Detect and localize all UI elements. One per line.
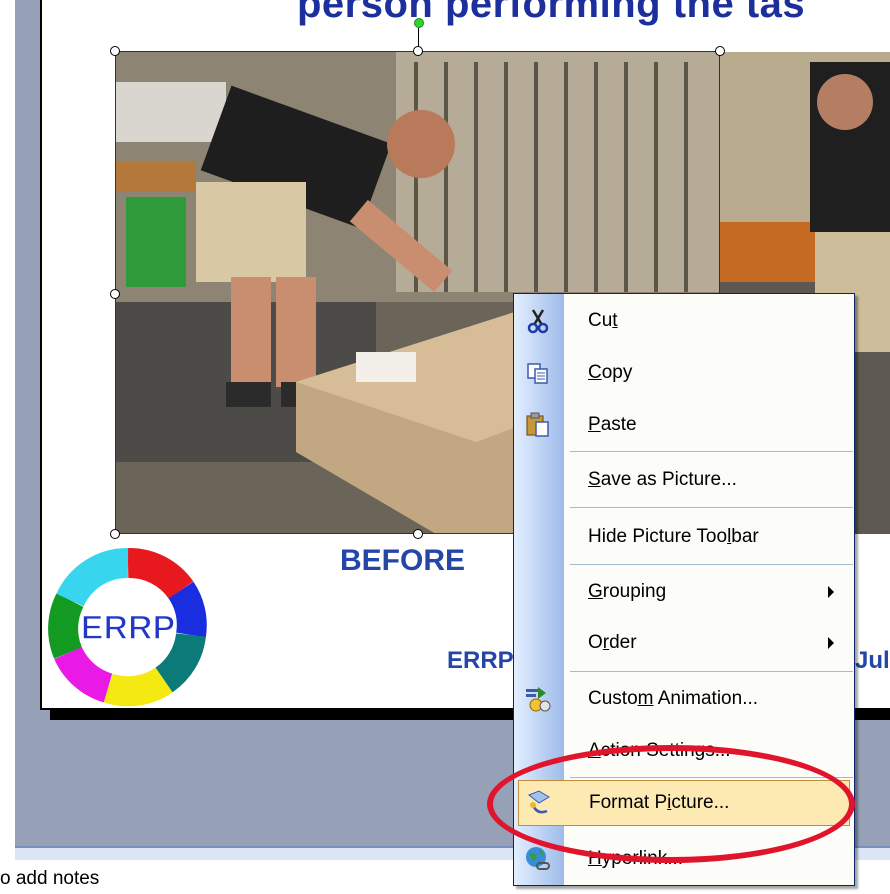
- menu-item-grouping[interactable]: Grouping: [514, 569, 854, 615]
- paste-icon: [524, 411, 552, 439]
- menu-item-label: Grouping: [588, 581, 667, 602]
- before-caption[interactable]: BEFORE: [340, 544, 465, 578]
- menu-item-custom-animation[interactable]: Custom Animation...: [514, 676, 854, 722]
- hyperlink-icon: [524, 845, 552, 873]
- resize-handle-bottom[interactable]: [413, 529, 423, 539]
- menu-item-paste[interactable]: Paste: [514, 402, 854, 448]
- menu-separator: [570, 564, 853, 565]
- left-edge: [0, 0, 15, 846]
- resize-handle-top-right[interactable]: [715, 46, 725, 56]
- menu-item-label: Order: [588, 632, 637, 653]
- highlight-annotation-circle: [487, 745, 855, 863]
- menu-separator: [570, 507, 853, 508]
- menu-item-cut[interactable]: Cut: [514, 298, 854, 344]
- resize-handle-bottom-left[interactable]: [110, 529, 120, 539]
- resize-handle-top-left[interactable]: [110, 46, 120, 56]
- resize-handle-left[interactable]: [110, 289, 120, 299]
- errp-logo[interactable]: ERRP: [46, 545, 210, 707]
- menu-item-label: Hide Picture Toolbar: [588, 526, 759, 547]
- notes-placeholder[interactable]: o add notes: [0, 868, 99, 890]
- custom-animation-icon: [524, 685, 552, 713]
- menu-item-hide-picture-toolbar[interactable]: Hide Picture Toolbar: [514, 514, 854, 560]
- menu-item-save-as-picture[interactable]: Save as Picture...: [514, 457, 854, 503]
- footer-left-text[interactable]: ERRP: [447, 647, 514, 675]
- menu-item-label: Save as Picture...: [588, 469, 737, 490]
- menu-item-copy[interactable]: Copy: [514, 350, 854, 396]
- submenu-arrow-icon: [828, 637, 834, 649]
- footer-date-text[interactable]: Jul: [855, 647, 890, 675]
- menu-separator: [570, 451, 853, 452]
- menu-item-label: Paste: [588, 414, 637, 435]
- menu-separator: [570, 671, 853, 672]
- menu-item-label: Custom Animation...: [588, 688, 759, 709]
- menu-item-label: Cut: [588, 310, 618, 331]
- slide-title[interactable]: person performing the tas: [297, 0, 805, 27]
- scissors-icon: [524, 307, 552, 335]
- menu-item-order[interactable]: Order: [514, 620, 854, 666]
- submenu-arrow-icon: [828, 586, 834, 598]
- rotation-handle[interactable]: [414, 18, 424, 28]
- logo-text: ERRP: [81, 609, 175, 647]
- menu-item-label: Copy: [588, 362, 633, 383]
- resize-handle-top[interactable]: [413, 46, 423, 56]
- copy-icon: [524, 359, 552, 387]
